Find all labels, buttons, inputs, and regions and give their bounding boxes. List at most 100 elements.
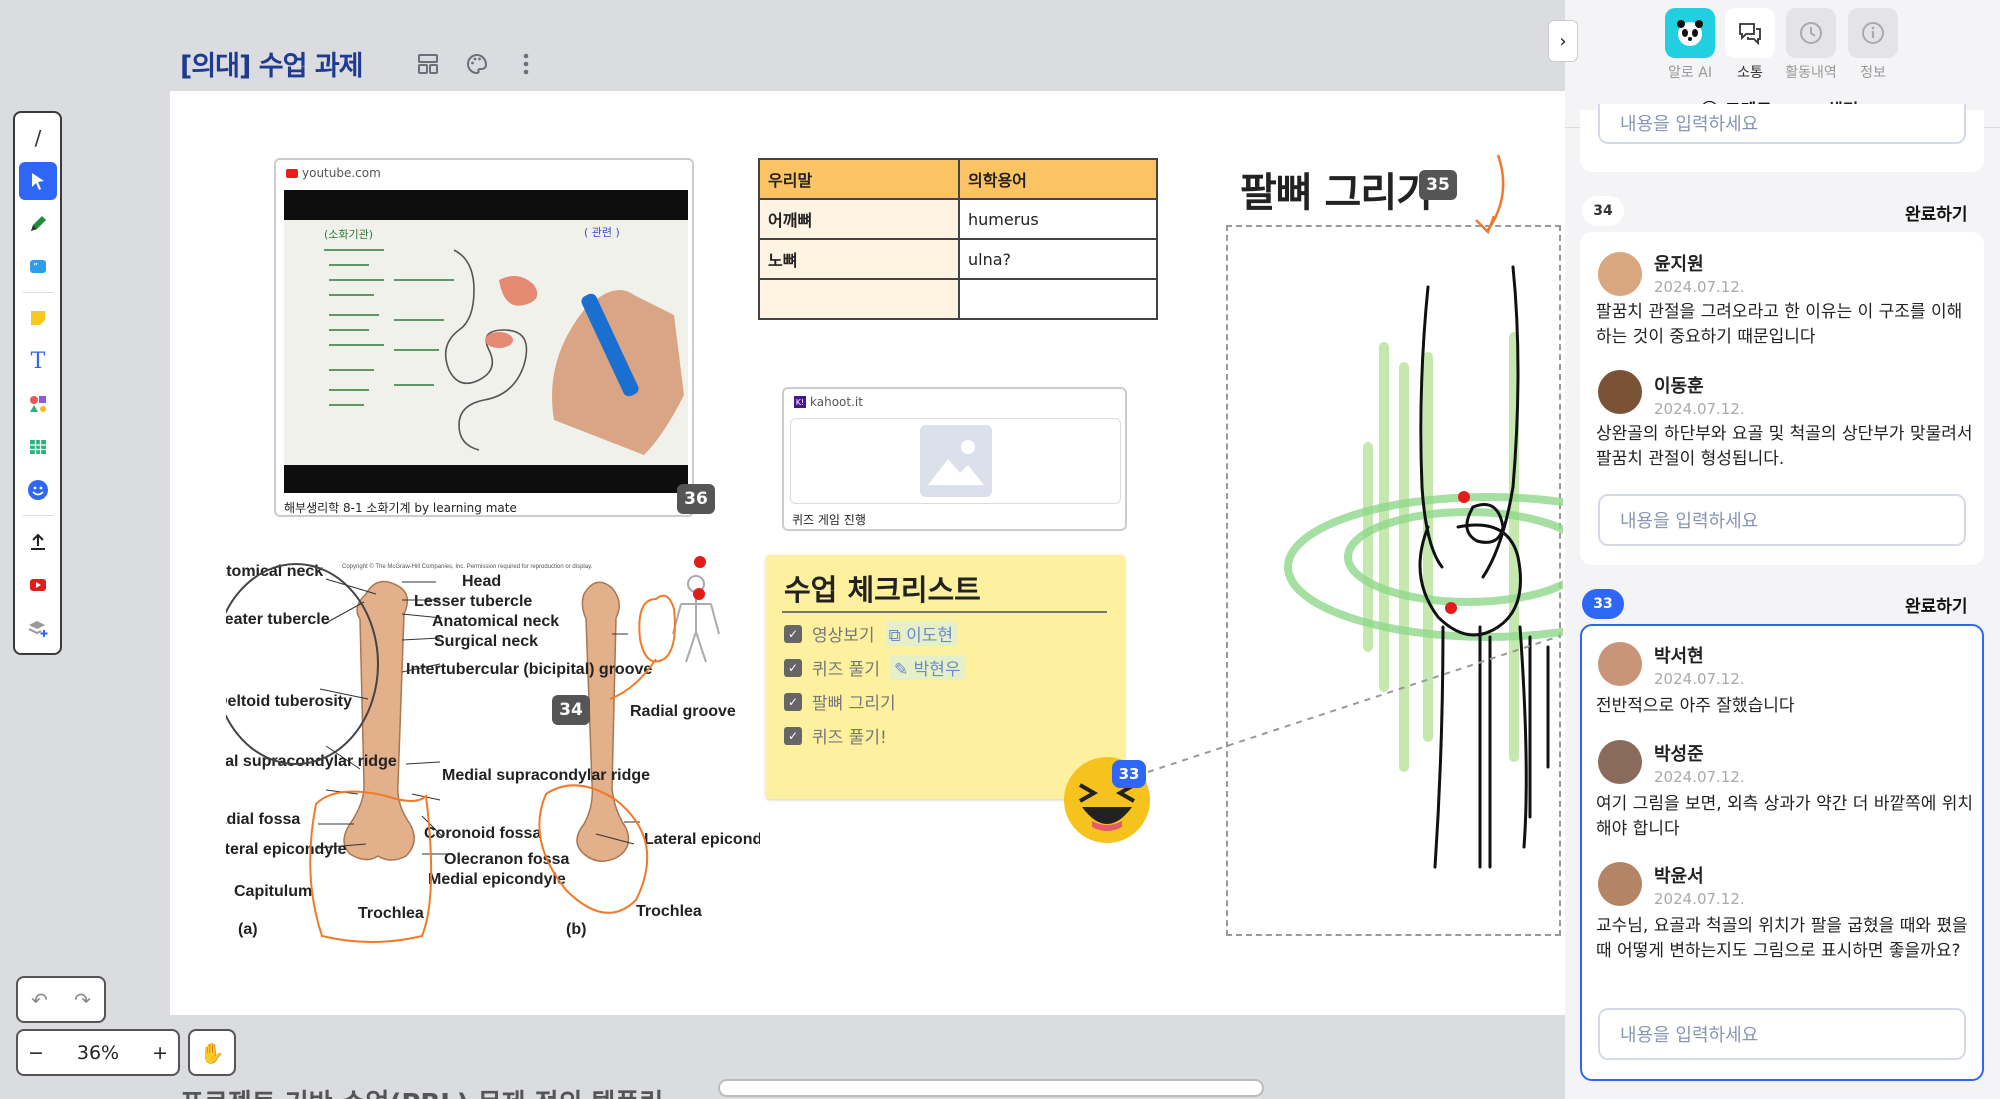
- comment-dot[interactable]: [1445, 602, 1457, 614]
- comment-thread-card: 윤지원 2024.07.12. 팔꿈치 관절을 그려오라고 한 이유는 이 구조…: [1580, 232, 1984, 565]
- table-header-cell[interactable]: 우리말: [758, 158, 960, 200]
- comment-dot[interactable]: [693, 588, 705, 600]
- thread-number-badge[interactable]: 34: [1582, 196, 1624, 226]
- comment-text: 전반적으로 아주 잘했습니다: [1596, 696, 1795, 716]
- comment-date: 2024.07.12.: [1654, 278, 1745, 296]
- checklist-item[interactable]: ✓ 퀴즈 풀기!: [784, 723, 887, 748]
- table-cell[interactable]: [758, 278, 960, 320]
- thread-number-badge[interactable]: 33: [1582, 589, 1624, 619]
- shape-tool-icon[interactable]: [19, 385, 57, 423]
- tab-label: 정보: [1860, 65, 1886, 81]
- table-cell[interactable]: humerus: [958, 198, 1158, 240]
- diagram-label: (b): [566, 921, 586, 938]
- reply-input[interactable]: 내용을 입력하세요: [1598, 104, 1966, 144]
- table-cell[interactable]: ulna?: [958, 238, 1158, 280]
- comment-tool-icon[interactable]: ”: [19, 248, 57, 286]
- upload-tool-icon[interactable]: [19, 523, 57, 561]
- checklist-item[interactable]: ✓ 퀴즈 풀기 ✎ 박현우: [784, 655, 965, 680]
- video-thumbnail[interactable]: (소화기관) ( 관련 ): [284, 190, 688, 493]
- checklist-item[interactable]: ✓ 영상보기 ⧉ 이도현: [784, 621, 958, 646]
- vocab-table[interactable]: 우리말 의학용어 어깨뼈 humerus 노뼈 ulna?: [758, 158, 1158, 320]
- add-layer-tool-icon[interactable]: [19, 609, 57, 647]
- youtube-embed-card[interactable]: youtube.com (소화기관) ( 관련 ) 해부생리학 8-1 소화기계…: [274, 158, 715, 517]
- table-header-cell[interactable]: 의학용어: [958, 158, 1158, 200]
- checkbox-checked-icon[interactable]: ✓: [784, 726, 802, 745]
- comment-date: 2024.07.12.: [1654, 768, 1745, 786]
- board-title[interactable]: [의대] 수업 과제: [180, 44, 364, 83]
- tab-communication[interactable]: [1725, 8, 1775, 58]
- table-cell[interactable]: 어깨뼈: [758, 198, 960, 240]
- comment-pin-badge[interactable]: 33: [1112, 760, 1146, 788]
- chat-icon: [1739, 23, 1761, 46]
- avatar[interactable]: [1598, 252, 1642, 296]
- zoom-control: − 36% +: [16, 1029, 180, 1076]
- reply-input[interactable]: 내용을 입력하세요: [1598, 1008, 1966, 1060]
- table-row: 어깨뼈 humerus: [758, 198, 1158, 240]
- palette-icon[interactable]: [463, 50, 491, 78]
- table-cell[interactable]: 노뼈: [758, 238, 960, 280]
- user-mention[interactable]: ⧉ 이도현: [884, 621, 958, 646]
- commenter-name: 윤지원: [1654, 254, 1704, 275]
- undo-icon[interactable]: ↶: [31, 988, 48, 1012]
- comment-pin-badge[interactable]: 35: [1419, 170, 1457, 200]
- drawing-toolbar: / ” T: [13, 111, 62, 655]
- zoom-level[interactable]: 36%: [77, 1042, 119, 1064]
- layout-icon[interactable]: [414, 50, 442, 78]
- zoom-out-button[interactable]: −: [28, 1042, 44, 1064]
- resolve-button[interactable]: 완료하기: [1905, 200, 1968, 225]
- text-tool-icon[interactable]: T: [19, 342, 57, 380]
- diagram-label: Lesser tubercle: [414, 593, 532, 610]
- comment-text: 여기 그림을 보면, 외측 상과가 약간 더 바깥쪽에 위치해야 합니다: [1596, 794, 1974, 839]
- sticky-note-tool-icon[interactable]: [19, 299, 57, 337]
- tab-info[interactable]: [1848, 8, 1898, 58]
- diagram-label: Medial supracondylar ridge: [442, 767, 650, 784]
- orange-arrow-annotation[interactable]: [1460, 150, 1520, 240]
- avatar[interactable]: [1598, 642, 1642, 686]
- checkbox-checked-icon[interactable]: ✓: [784, 624, 802, 643]
- comment-dot[interactable]: [694, 556, 706, 568]
- more-icon[interactable]: [512, 50, 540, 78]
- checklist-item-label: 퀴즈 풀기!: [812, 728, 887, 748]
- line-tool-icon[interactable]: /: [19, 119, 57, 157]
- emoji-tool-icon[interactable]: [19, 471, 57, 509]
- video-caption: 해부생리학 8-1 소화기계 by learning mate: [284, 501, 517, 515]
- tab-alo-ai[interactable]: [1665, 8, 1715, 58]
- table-cell[interactable]: [958, 278, 1158, 320]
- checklist-item[interactable]: ✓ 팔뼈 그리기: [784, 689, 896, 714]
- comment-pin-badge[interactable]: 36: [677, 484, 715, 514]
- commenter-name: 박성준: [1654, 744, 1704, 765]
- diagram-label: Surgical neck: [434, 633, 538, 650]
- kahoot-link-card[interactable]: K! kahoot.it 퀴즈 게임 진행: [782, 387, 1127, 531]
- pan-hand-icon[interactable]: ✋: [188, 1029, 236, 1076]
- tab-activity[interactable]: [1786, 8, 1836, 58]
- checkbox-checked-icon[interactable]: ✓: [784, 692, 802, 711]
- comment-pin-badge[interactable]: 34: [552, 695, 590, 725]
- diagram-label: Capitulum: [234, 883, 312, 900]
- table-tool-icon[interactable]: [19, 428, 57, 466]
- avatar[interactable]: [1598, 862, 1642, 906]
- horizontal-scrollbar[interactable]: [718, 1079, 1264, 1097]
- humerus-diagram[interactable]: Copyright © The McGraw-Hill Companies, I…: [186, 554, 785, 966]
- avatar[interactable]: [1598, 740, 1642, 784]
- comment-text: 팔꿈치 관절을 그려오라고 한 이유는 이 구조를 이해하는 것이 중요하기 때…: [1596, 302, 1963, 347]
- diagram-label: Deltoid tuberosity: [226, 693, 352, 710]
- pen-annotation[interactable]: [609, 594, 676, 700]
- pen-tool-icon[interactable]: [19, 205, 57, 243]
- drawing-frame[interactable]: [1226, 225, 1692, 936]
- comment-date: 2024.07.12.: [1654, 890, 1745, 908]
- comment-text: 상완골의 하단부와 요골 및 척골의 상단부가 맞물려서 팔꿈치 관절이 형성됩…: [1596, 424, 1973, 469]
- collapse-sidebar-button[interactable]: ›: [1548, 20, 1578, 62]
- avatar[interactable]: [1598, 370, 1642, 414]
- chevron-right-icon: ›: [1559, 30, 1567, 52]
- user-mention[interactable]: ✎ 박현우: [889, 655, 965, 680]
- comment-dot[interactable]: [1458, 491, 1470, 503]
- reply-input[interactable]: 내용을 입력하세요: [1598, 494, 1966, 546]
- commenter-name: 박윤서: [1654, 866, 1704, 887]
- checkbox-checked-icon[interactable]: ✓: [784, 658, 802, 677]
- pen-annotation[interactable]: [213, 563, 379, 765]
- resolve-button[interactable]: 완료하기: [1905, 592, 1968, 617]
- select-tool-icon[interactable]: [19, 162, 57, 200]
- redo-icon[interactable]: ↷: [74, 988, 91, 1012]
- zoom-in-button[interactable]: +: [152, 1042, 168, 1064]
- youtube-tool-icon[interactable]: [19, 566, 57, 604]
